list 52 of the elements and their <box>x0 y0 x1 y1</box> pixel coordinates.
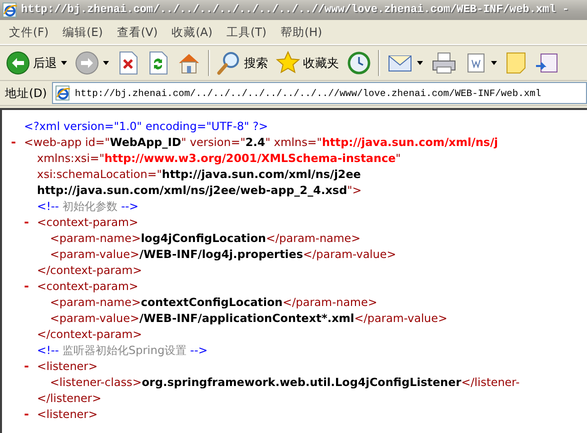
xml-line: <param-name>log4jConfigLocation</param-name> <box>50 232 361 244</box>
xml-line: <listener> <box>37 408 98 420</box>
xml-line: <context-param> <box>37 216 138 228</box>
xml-line: xsi:schemaLocation="http://java.sun.com/xml/ns/j2ee <box>37 168 361 180</box>
xml-line: http://java.sun.com/xml/ns/j2ee/web-app_2_4.xsd"> <box>37 184 362 196</box>
printer-icon <box>431 51 457 75</box>
note-icon <box>505 51 527 75</box>
xml-line: <context-param> <box>37 280 138 292</box>
xml-line: <!-- 监听器初始化Spring设置 --> <box>37 342 208 358</box>
xml-line: <param-value>/WEB-INF/log4j.properties</param-value> <box>50 248 396 260</box>
refresh-icon <box>147 51 169 75</box>
xml-line: <!-- 初始化参数 --> <box>37 198 139 214</box>
browser-icon <box>2 2 18 18</box>
toolbar-button[interactable]: 后退 <box>2 48 61 78</box>
house-icon <box>177 51 201 75</box>
menu-item[interactable]: 文件(F) <box>4 22 54 42</box>
caret-icon <box>61 61 67 65</box>
xml-line: <param-name>contextConfigLocation</param-name> <box>50 296 378 308</box>
clock-icon <box>347 51 371 75</box>
xml-line: xmlns:xsi="http://www.w3.org/2001/XMLSchema-instance" <box>37 152 401 164</box>
collapse-toggle[interactable]: - <box>11 135 24 149</box>
menu-item[interactable]: 帮助(H) <box>276 22 328 42</box>
address-field[interactable]: http://bj.zhenai.com/../../../../../../../..//www/love.zhenai.com/WEB-INF/web.xml <box>52 82 587 104</box>
caret-icon <box>417 61 423 65</box>
xml-line: <param-value>/WEB-INF/applicationContext*.xml</param-value> <box>50 312 448 324</box>
caret-icon <box>103 61 109 65</box>
stop-icon <box>117 51 139 75</box>
menu-item[interactable]: 查看(V) <box>112 22 163 42</box>
collapse-toggle[interactable]: - <box>24 407 37 421</box>
menu-item[interactable]: 工具(T) <box>222 22 272 42</box>
xml-line: <?xml version="1.0" encoding="UTF-8" ?> <box>24 120 268 132</box>
menu-item[interactable]: 编辑(E) <box>58 22 108 42</box>
xml-line: <web-app id="WebApp_ID" version="2.4" xmlns="http://java.sun.com/xml/ns/j <box>24 136 498 148</box>
document-icon <box>465 51 487 75</box>
xml-line: </context-param> <box>37 328 142 340</box>
xml-line: </context-param> <box>37 264 142 276</box>
xml-line: </listener> <box>37 392 102 404</box>
menu-item[interactable]: 收藏(A) <box>166 22 218 42</box>
page-icon <box>54 85 71 101</box>
collapse-toggle[interactable]: - <box>24 215 37 229</box>
xml-line: <listener> <box>37 360 98 372</box>
caret-icon <box>491 61 497 65</box>
magnifier-icon <box>217 51 241 75</box>
star-icon <box>276 51 300 75</box>
toolbar-button[interactable]: 收藏夹 <box>272 48 343 78</box>
messenger-icon <box>535 51 559 75</box>
collapse-toggle[interactable]: - <box>24 359 37 373</box>
toolbar-button[interactable]: 搜索 <box>213 48 272 78</box>
xml-line: <listener-class>org.springframework.web.util.Log4jConfigListener</listener- <box>50 376 520 388</box>
collapse-toggle[interactable]: - <box>24 279 37 293</box>
address-label: 地址(D) <box>4 86 48 100</box>
window-title: http://bj.zhenai.com/../../../../../../../..//www/love.zhenai.com/WEB-INF/web.xml - <box>21 4 569 16</box>
